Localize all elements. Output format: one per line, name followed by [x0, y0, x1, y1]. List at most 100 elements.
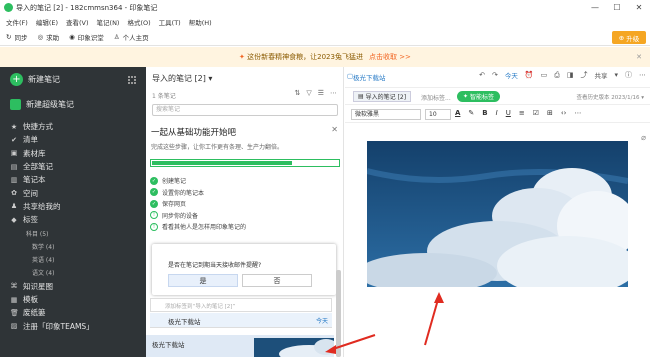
underline-icon[interactable]: U: [506, 109, 511, 117]
history-date[interactable]: 查看历史版本 2023/1/16 ▾: [577, 93, 644, 101]
maximize-icon[interactable]: ☐: [606, 0, 628, 15]
note-icon: ▤: [10, 162, 18, 171]
sidebar-item-notebooks[interactable]: ▥ 笔记本: [10, 173, 140, 186]
minimize-icon[interactable]: —: [584, 0, 606, 15]
close-icon[interactable]: ✕: [628, 0, 650, 15]
menu-help[interactable]: 帮助(H): [189, 17, 212, 27]
sidebar-item-chinese[interactable]: 语文 (4): [10, 266, 140, 279]
menu-file[interactable]: 文件(F): [6, 17, 28, 27]
sidebar-item-subject[interactable]: 科目 (5): [10, 226, 140, 239]
italic-icon[interactable]: I: [496, 109, 498, 117]
checkbox-icon[interactable]: ☑: [533, 109, 539, 117]
step-sync-devices[interactable]: ! 同步你的设备: [150, 210, 340, 222]
menu-format[interactable]: 格式(O): [127, 17, 150, 27]
help-button[interactable]: ◎ 求助: [37, 32, 59, 42]
note-source[interactable]: 极光下载站: [353, 72, 386, 82]
no-button[interactable]: 否: [242, 274, 312, 287]
menu-view[interactable]: 查看(V): [66, 17, 89, 27]
list-icon[interactable]: ≡: [519, 109, 525, 117]
notebook-chip[interactable]: ▤ 导入的笔记 [2]: [353, 91, 412, 102]
undo-icon[interactable]: ↶: [479, 71, 485, 79]
guide-steps: ✓ 创建笔记 ✓ 设置你的笔记本 ✓ 保存网页 ! 同步你的设备 ! 看看其他人是怎样用印…: [150, 175, 340, 233]
step-see-others[interactable]: ! 看看其他人是怎样用印象笔记的: [150, 221, 340, 233]
more-format-icon[interactable]: ⋯: [574, 109, 581, 117]
sidebar-item-knowledge-graph[interactable]: ⌘ 知识星图: [10, 280, 140, 293]
note-image[interactable]: [367, 141, 628, 287]
note-list-scrollbar[interactable]: [336, 270, 341, 357]
menu-note[interactable]: 笔记(N): [97, 17, 120, 27]
editor-tools: ↶ ↷ 今天 ⏰ ▭ ⎙ ◨ ⤴ 共享 ▾ ⓘ ⋯: [479, 70, 646, 81]
main-toolbar: ↻ 同步 ◎ 求助 ◉ 印象识堂 ♙ 个人主页 ⊕ 升级: [0, 28, 650, 46]
note-date: 今天: [315, 318, 328, 325]
highlight-icon[interactable]: ✎: [468, 109, 474, 117]
sidebar-item-materials[interactable]: ▣ 素材库: [10, 147, 140, 160]
new-note-button[interactable]: + 新建笔记: [10, 73, 60, 86]
smart-tag-button[interactable]: ✦ 智能标签: [457, 91, 500, 102]
filter-icon[interactable]: ▽: [306, 89, 311, 97]
list-tools: ⇅ ▽ ☰ ⋯: [294, 89, 337, 97]
sync-button[interactable]: ↻ 同步: [6, 32, 27, 42]
step-setup-notebook[interactable]: ✓ 设置你的笔记本: [150, 187, 340, 199]
guide-close-icon[interactable]: ✕: [331, 125, 338, 134]
more-icon[interactable]: ⋯: [639, 71, 646, 79]
promo-banner[interactable]: ✦ 这份新春精神食粮，让2023兔飞猛进 点击收取 >> ✕: [0, 47, 650, 67]
account-button[interactable]: ◉ 印象识堂: [69, 32, 104, 42]
text-color-icon[interactable]: A: [455, 109, 460, 117]
search-input[interactable]: 搜索笔记: [152, 104, 338, 116]
sparkle-icon: ✦: [463, 93, 469, 100]
alarm-icon[interactable]: ⏰: [525, 71, 534, 79]
window-title: 导入的笔记 [2] - 182cmmsn364 - 印象笔记: [16, 3, 158, 12]
menu-edit[interactable]: 编辑(E): [36, 17, 58, 27]
share-icon[interactable]: ⤴: [580, 70, 587, 80]
help-icon: ◎: [37, 32, 44, 41]
sidebar-item-checklist[interactable]: ✔ 清单: [10, 133, 140, 146]
step-create-note[interactable]: ✓ 创建笔记: [150, 175, 340, 187]
add-tag-row[interactable]: 添加标签到“导入的笔记 [2]”: [150, 298, 332, 312]
bold-icon[interactable]: B: [482, 109, 487, 117]
print-icon[interactable]: ⎙: [554, 71, 560, 80]
redo-icon[interactable]: ↷: [492, 71, 498, 79]
list-item[interactable]: 极光下载站: [146, 335, 334, 357]
sidebar-item-tags[interactable]: ◆ 标签: [10, 213, 140, 226]
sidebar-item-trash[interactable]: 🗑 废纸篓: [10, 306, 140, 319]
code-icon[interactable]: ‹›: [561, 109, 567, 117]
more-icon[interactable]: ⋯: [330, 89, 337, 97]
grid-icon[interactable]: [128, 76, 136, 84]
sidebar-item-templates[interactable]: ▦ 模板: [10, 293, 140, 306]
step-save-web[interactable]: ✓ 保存网页: [150, 198, 340, 210]
tag-input[interactable]: 添加标签...: [421, 93, 451, 102]
notebook-title[interactable]: 导入的笔记 [2] ▾: [152, 73, 212, 84]
empty-circle-icon: !: [150, 222, 158, 231]
sync-icon: ↻: [6, 32, 12, 41]
list-item[interactable]: 极光下载站 今天: [150, 313, 332, 328]
guide-progress-bar: [150, 159, 340, 167]
profile-button[interactable]: ♙ 个人主页: [114, 32, 149, 42]
plus-icon: +: [10, 73, 23, 86]
sidebar-nav: ★ 快捷方式 ✔ 清单 ▣ 素材库 ▤ 全部笔记 ▥ 笔记本 ✿ 空间 ♟ 共享给我的 ◆ 标签…: [10, 120, 140, 333]
info-icon[interactable]: ⓘ: [625, 70, 632, 80]
sidebar-item-teams[interactable]: ▨ 注册「印象TEAMS」: [10, 319, 140, 332]
banner-close-icon[interactable]: ✕: [636, 53, 642, 61]
chevron-down-icon[interactable]: ▾: [614, 71, 618, 79]
sidebar-item-space[interactable]: ✿ 空间: [10, 186, 140, 199]
sort-icon[interactable]: ⇅: [294, 89, 300, 97]
new-super-note-button[interactable]: 新建超级笔记: [10, 99, 74, 110]
yes-button[interactable]: 是: [168, 274, 238, 287]
sidebar-item-all-notes[interactable]: ▤ 全部笔记: [10, 160, 140, 173]
attach-icon[interactable]: ⌀: [641, 133, 646, 142]
graph-icon: ⌘: [10, 282, 18, 291]
banner-cta[interactable]: 点击收取 >>: [369, 52, 411, 62]
sidebar-item-math[interactable]: 数学 (4): [10, 240, 140, 253]
upgrade-button[interactable]: ⊕ 升级: [612, 31, 646, 44]
lock-icon[interactable]: ◨: [567, 71, 574, 79]
font-select[interactable]: 微软雅黑: [351, 109, 421, 120]
sidebar-item-english[interactable]: 英语 (4): [10, 253, 140, 266]
view-icon[interactable]: ☰: [318, 89, 324, 97]
sidebar-item-shortcuts[interactable]: ★ 快捷方式: [10, 120, 140, 133]
menu-tools[interactable]: 工具(T): [159, 17, 181, 27]
table-icon[interactable]: ⊞: [547, 109, 553, 117]
size-select[interactable]: 10: [425, 109, 451, 120]
share-button[interactable]: 共享: [594, 70, 607, 80]
sidebar-item-shared[interactable]: ♟ 共享给我的: [10, 200, 140, 213]
present-icon[interactable]: ▭: [541, 71, 548, 79]
